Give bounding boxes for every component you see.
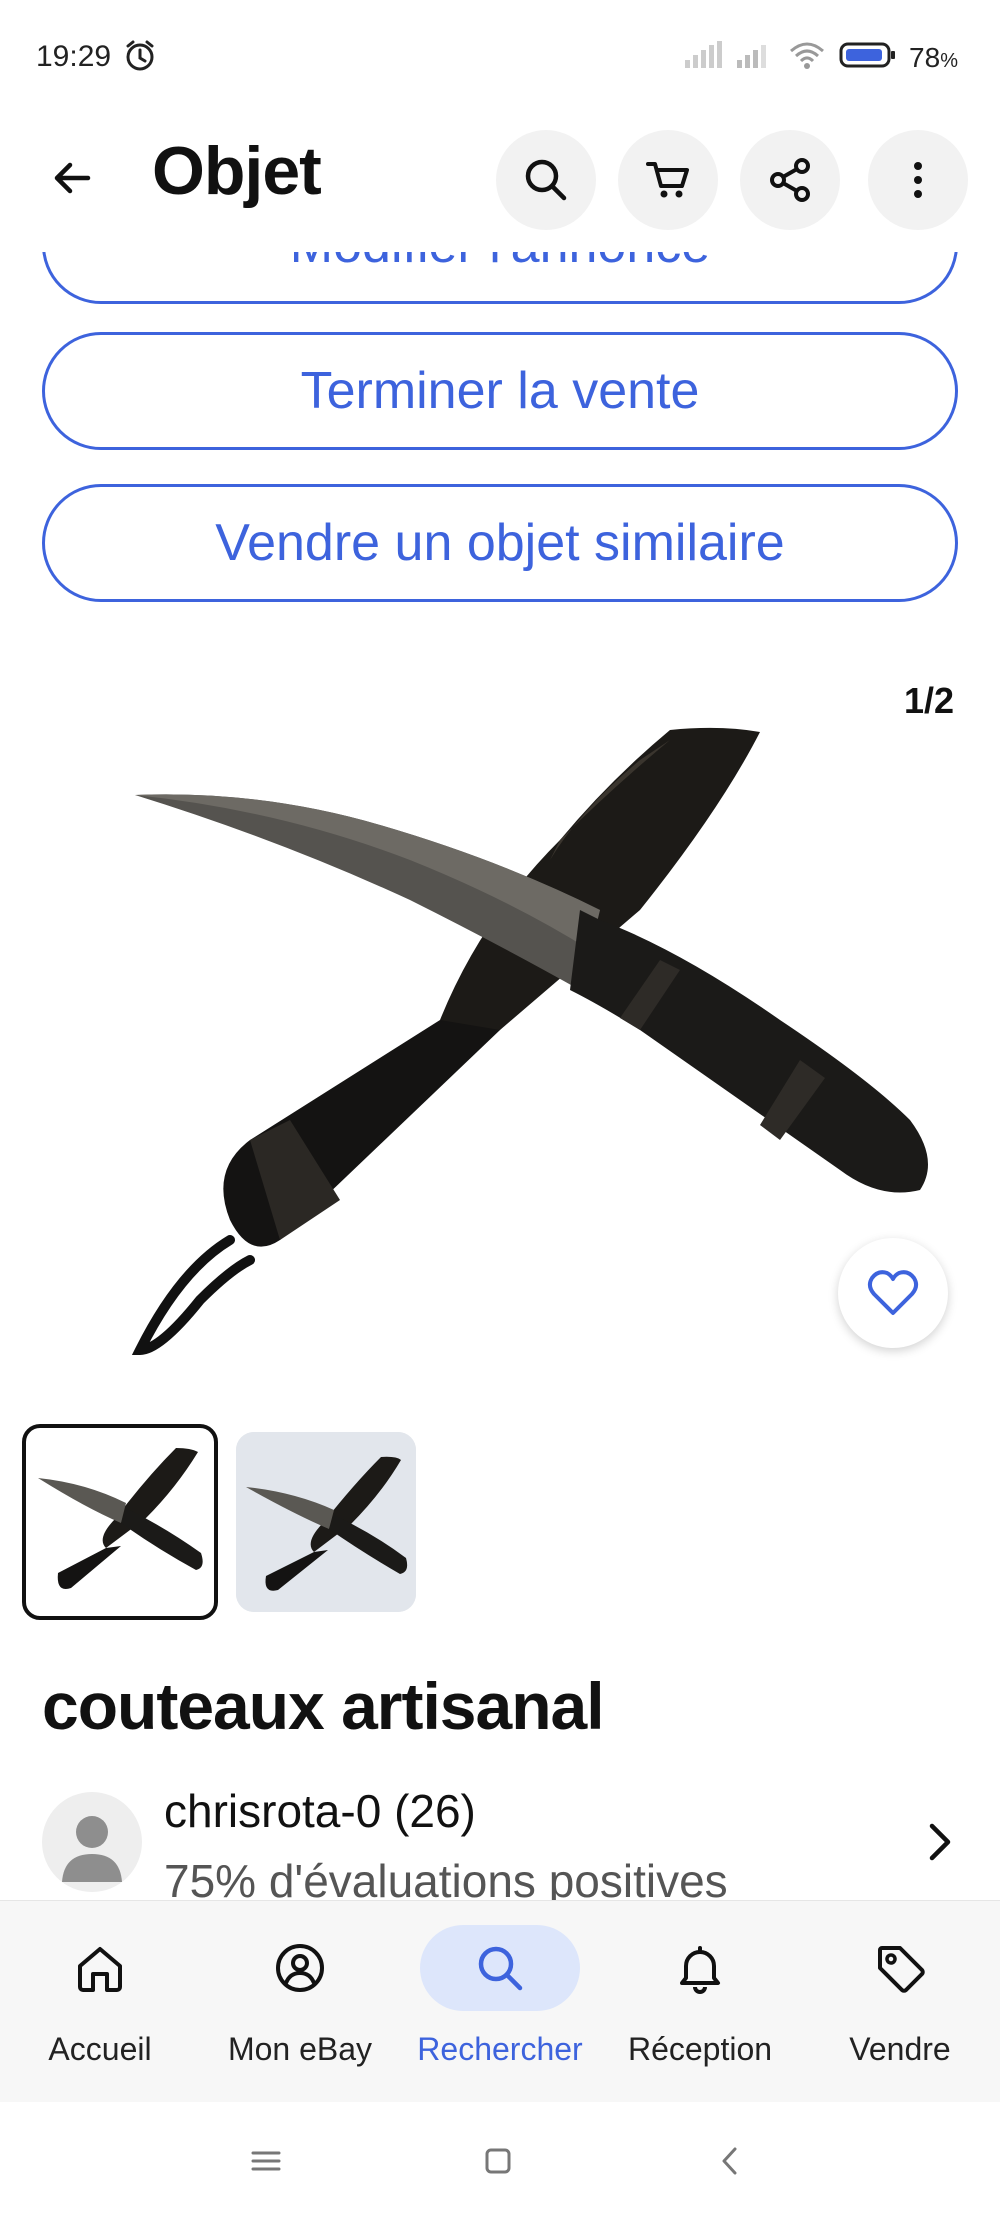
- thumbnail-2[interactable]: [236, 1432, 416, 1612]
- end-listing-button[interactable]: Terminer la vente: [42, 332, 958, 450]
- battery-unit: %: [940, 49, 958, 72]
- status-time: 19:29: [36, 40, 112, 73]
- search-icon: [525, 159, 567, 201]
- sell-similar-button[interactable]: Vendre un objet similaire: [42, 484, 958, 602]
- clipped-button-area: Modifier l'annonce: [0, 252, 1000, 304]
- seller-avatar: [42, 1792, 142, 1892]
- seller-row[interactable]: chrisrota-0 (26) 75% d'évaluations posit…: [0, 1778, 1000, 1907]
- search-button[interactable]: [496, 130, 596, 230]
- alarm-icon: [122, 38, 158, 79]
- nav-label-my-ebay: Mon eBay: [227, 2031, 373, 2067]
- back-system-button[interactable]: [700, 2136, 760, 2186]
- favorite-button[interactable]: [838, 1238, 948, 1348]
- nav-item-search[interactable]: Rechercher: [400, 1901, 600, 2103]
- chevron-right-icon: [920, 1818, 960, 1871]
- nav-label-inbox: Réception: [627, 2031, 773, 2067]
- menu-icon: [251, 2151, 281, 2171]
- system-nav-bar: [0, 2102, 1000, 2222]
- chevron-left-icon: [722, 2147, 737, 2175]
- nav-label-search: Rechercher: [417, 2031, 583, 2067]
- back-arrow-icon: [54, 162, 91, 194]
- thumbnail-1[interactable]: [22, 1424, 218, 1620]
- nav-item-sell[interactable]: Vendre: [800, 1901, 1000, 2103]
- status-icons: 78%: [683, 40, 958, 75]
- cart-button[interactable]: [618, 130, 718, 230]
- share-button[interactable]: [740, 130, 840, 230]
- bottom-nav: Accueil Mon eBay Rechercher Réception Ve…: [0, 1900, 1000, 2103]
- account-icon: [220, 1925, 380, 2011]
- battery-icon: [839, 41, 897, 74]
- bell-icon: [620, 1925, 780, 2011]
- nav-item-inbox[interactable]: Réception: [600, 1901, 800, 2103]
- nav-label-sell: Vendre: [849, 2031, 951, 2067]
- nav-item-home[interactable]: Accueil: [0, 1901, 200, 2103]
- page-title: Objet: [152, 133, 322, 209]
- wifi-icon: [787, 40, 827, 75]
- edit-listing-button[interactable]: Modifier l'annonce: [42, 252, 958, 304]
- home-button[interactable]: [468, 2136, 528, 2186]
- heart-icon: [867, 1270, 919, 1315]
- nav-label-home: Accueil: [48, 2031, 152, 2067]
- signal-icon: [683, 40, 723, 75]
- tag-icon: [820, 1925, 980, 2011]
- nav-item-my-ebay[interactable]: Mon eBay: [200, 1901, 400, 2103]
- battery-level: 78: [909, 41, 941, 73]
- share-icon: [770, 158, 810, 202]
- home-icon: [20, 1925, 180, 2011]
- more-button[interactable]: [868, 130, 968, 230]
- app-bar: Objet: [0, 120, 1000, 238]
- search-nav-icon: [420, 1925, 580, 2011]
- user-icon: [62, 1816, 122, 1882]
- more-vertical-icon: [914, 162, 922, 198]
- cart-icon: [646, 162, 689, 198]
- status-bar: 19:29 78%: [0, 0, 1000, 110]
- seller-name: chrisrota-0 (26): [164, 1785, 476, 1837]
- item-title: couteaux artisanal: [42, 1669, 605, 1743]
- signal-icon-2: [735, 40, 775, 75]
- back-button[interactable]: [40, 146, 104, 210]
- recent-apps-button[interactable]: [236, 2136, 296, 2186]
- square-icon: [485, 2148, 511, 2174]
